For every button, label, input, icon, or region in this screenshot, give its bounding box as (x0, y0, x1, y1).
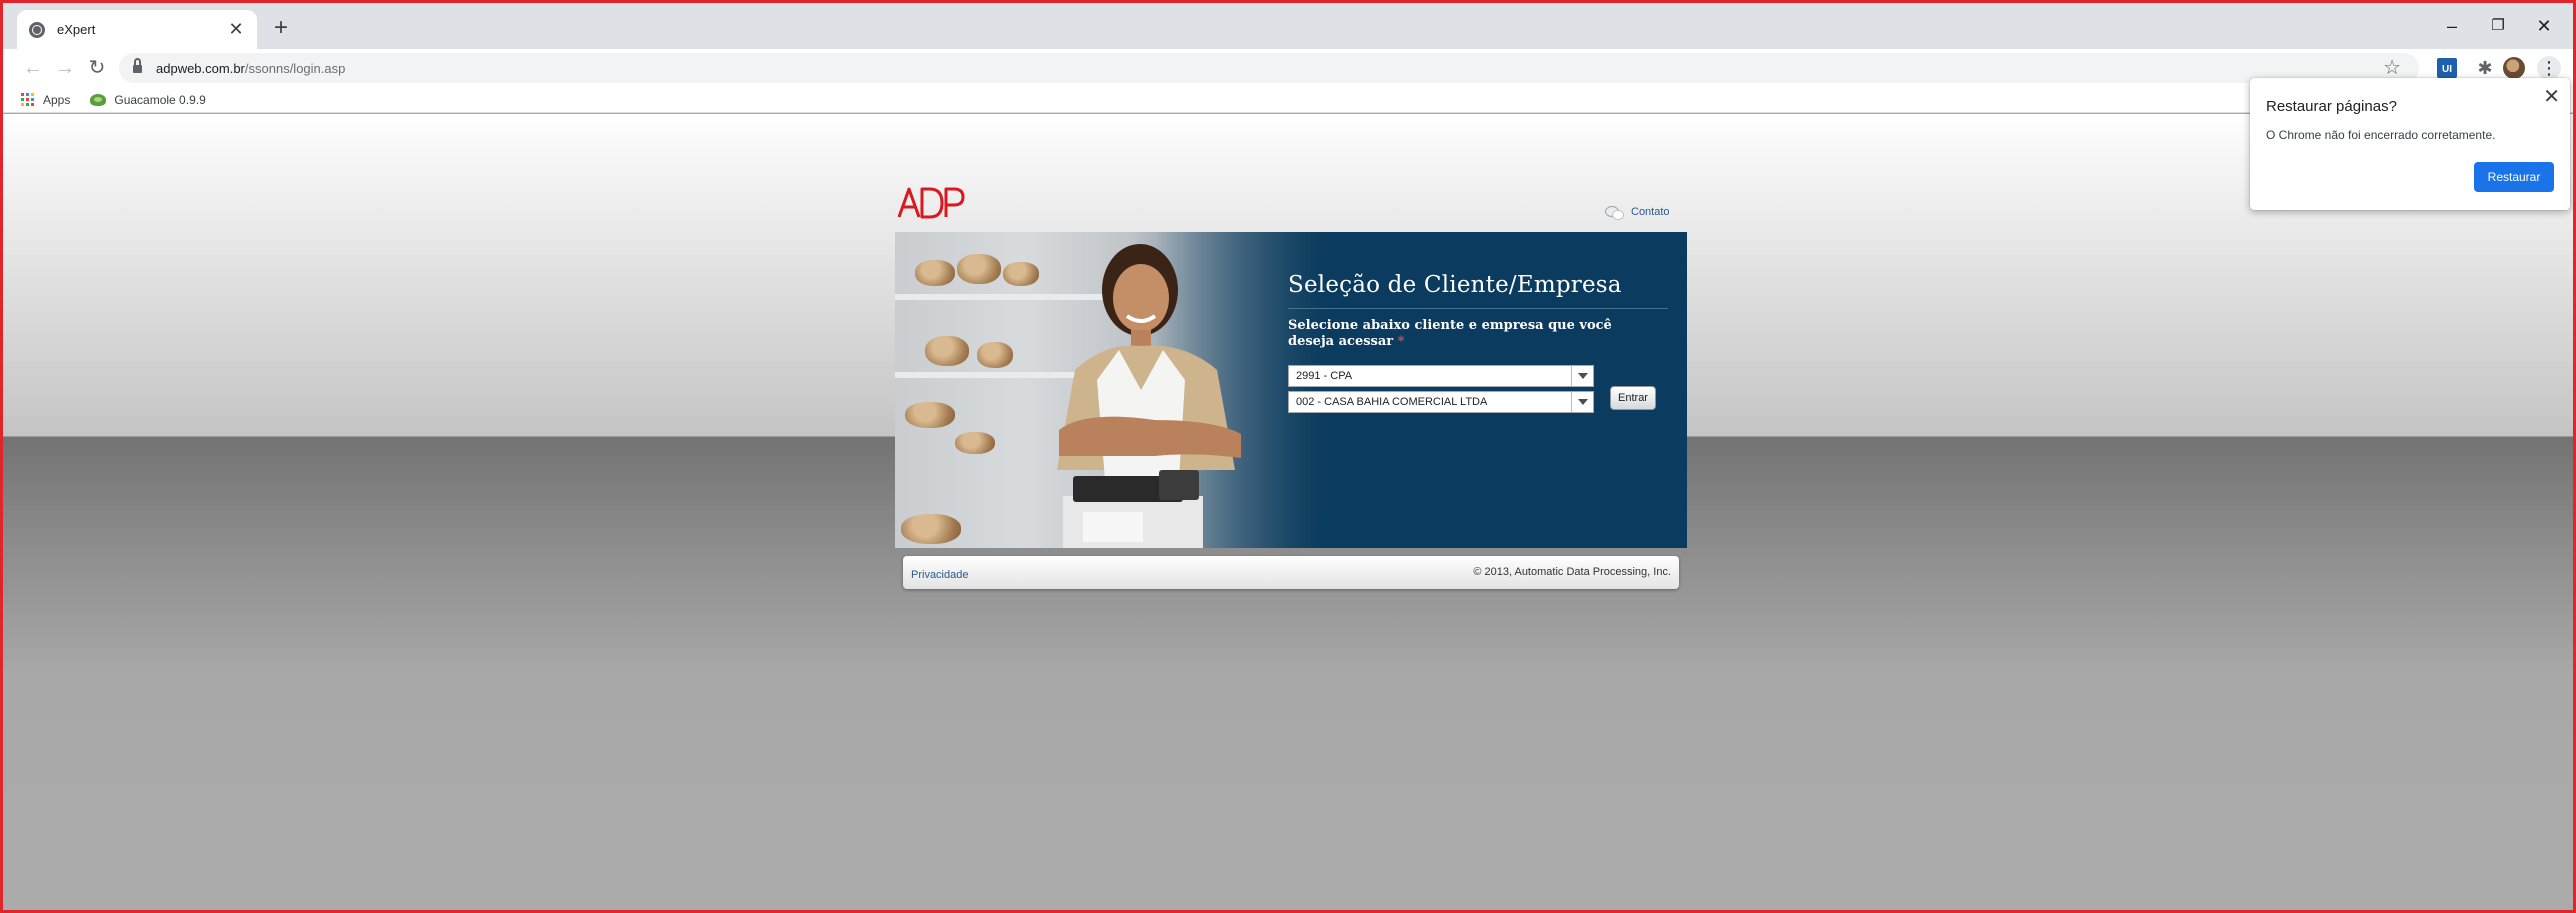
form-title: Seleção de Cliente/Empresa (1288, 272, 1622, 298)
chevron-down-icon[interactable] (1571, 366, 1593, 386)
bookmarks-bar: Apps Guacamole 0.9.9 (3, 87, 2573, 113)
contato-link[interactable]: Contato (1605, 205, 1670, 220)
globe-icon (29, 21, 45, 38)
restore-pages-popup: Restaurar páginas? O Chrome não foi ence… (2250, 78, 2570, 210)
adp-logo (897, 187, 965, 219)
bookmark-star-icon[interactable]: ☆ (2383, 55, 2401, 80)
extensions-puzzle-icon[interactable]: ✱ (2473, 56, 2497, 80)
title-divider (1288, 308, 1668, 309)
lock-icon (133, 57, 142, 74)
empresa-select-value: 002 - CASA BAHIA COMERCIAL LTDA (1296, 396, 1488, 408)
back-button[interactable]: ← (19, 54, 47, 82)
popup-title: Restaurar páginas? (2266, 98, 2397, 115)
cliente-select[interactable]: 2991 - CPA (1288, 365, 1594, 387)
browser-tab-expert[interactable]: eXpert ✕ (17, 10, 257, 49)
close-popup-icon[interactable]: ✕ (2543, 84, 2560, 109)
entrar-button[interactable]: Entrar (1610, 386, 1656, 410)
new-tab-button[interactable]: + (267, 15, 295, 43)
bookmark-apps[interactable]: Apps (43, 93, 70, 107)
url-host: adpweb.com.br (156, 60, 245, 76)
chrome-menu-icon[interactable]: ⋮ (2537, 56, 2561, 80)
chevron-down-icon[interactable] (1571, 392, 1593, 412)
empresa-select[interactable]: 002 - CASA BAHIA COMERCIAL LTDA (1288, 391, 1594, 413)
profile-avatar[interactable] (2503, 57, 2525, 79)
selection-form: Seleção de Cliente/Empresa Selecione aba… (1288, 272, 1668, 350)
popup-message: O Chrome não foi encerrado corretamente. (2266, 128, 2496, 142)
required-mark: * (1397, 334, 1405, 349)
screen-frame: eXpert ✕ + – ❐ ✕ ← → ↻ adpweb.com.br/sso… (0, 0, 2576, 913)
copyright-text: © 2013, Automatic Data Processing, Inc. (1473, 566, 1671, 578)
contato-label: Contato (1631, 206, 1670, 218)
cliente-select-value: 2991 - CPA (1296, 370, 1353, 382)
close-tab-icon[interactable]: ✕ (227, 19, 245, 40)
guacamole-icon (90, 93, 107, 106)
ui-extension-icon[interactable]: UI (2437, 58, 2457, 78)
bookmark-guacamole[interactable]: Guacamole 0.9.9 (114, 93, 205, 107)
page-footer: Privacidade © 2013, Automatic Data Proce… (903, 556, 1679, 589)
login-banner: Seleção de Cliente/Empresa Selecione aba… (895, 232, 1687, 548)
reload-button[interactable]: ↻ (83, 54, 111, 82)
browser-toolbar: ← → ↻ adpweb.com.br/ssonns/login.asp ☆ U… (3, 49, 2573, 87)
privacidade-link[interactable]: Privacidade (911, 569, 968, 581)
instruction-text: Selecione abaixo cliente e empresa que v… (1288, 318, 1612, 349)
tab-strip: eXpert ✕ + – ❐ ✕ (3, 3, 2573, 49)
cash-register (1063, 470, 1203, 548)
forward-button[interactable]: → (51, 54, 79, 82)
close-window-button[interactable]: ✕ (2521, 11, 2567, 41)
address-bar[interactable]: adpweb.com.br/ssonns/login.asp ☆ (119, 53, 2419, 83)
minimize-button[interactable]: – (2429, 11, 2475, 41)
url-path: /ssonns/login.asp (244, 60, 346, 76)
tab-title: eXpert (57, 22, 96, 37)
restore-window-button[interactable]: ❐ (2475, 11, 2521, 41)
apps-grid-icon[interactable] (21, 92, 35, 107)
form-instruction: Selecione abaixo cliente e empresa que v… (1288, 318, 1658, 350)
restaurar-button[interactable]: Restaurar (2474, 162, 2554, 192)
chat-bubbles-icon (1605, 205, 1624, 220)
